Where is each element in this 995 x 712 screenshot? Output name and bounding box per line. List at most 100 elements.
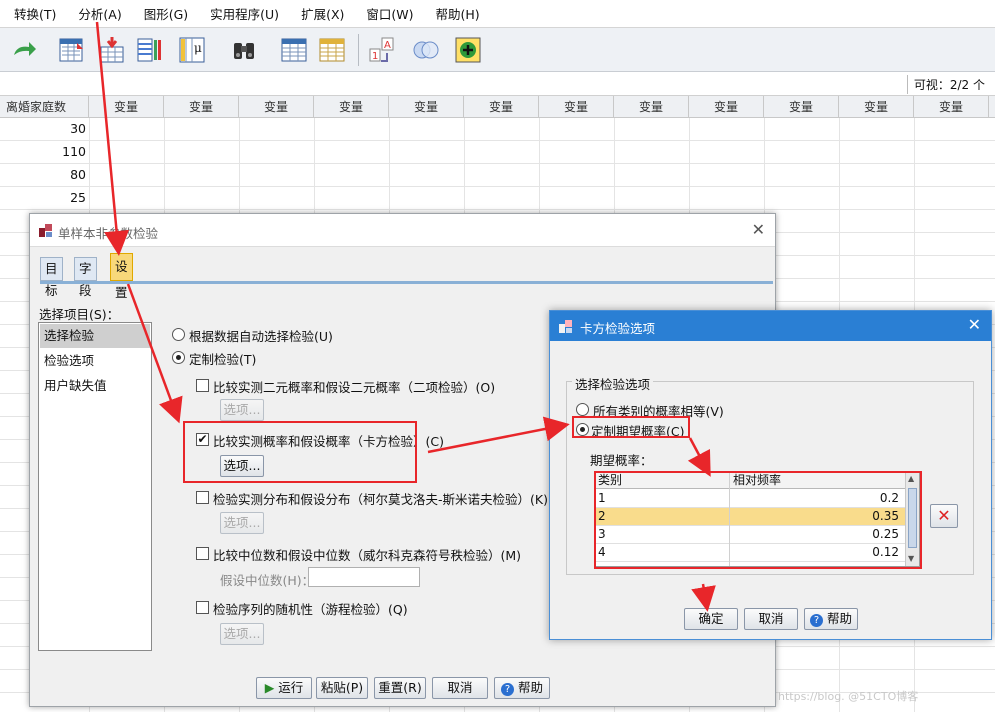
run-button-label: 运行 [278,680,304,695]
chi-dialog-title: 卡方检验选项 [580,321,656,336]
ok-button[interactable]: 确定 [684,608,738,630]
menu-window[interactable]: 窗口(W) [366,4,413,23]
menu-graphs[interactable]: 图形(G) [144,4,188,23]
radio-auto-select-label: 根据数据自动选择检验(U) [189,329,333,344]
tab-objective[interactable]: 目标 [40,257,63,298]
chi-cancel-button[interactable]: 取消 [744,608,798,630]
delete-icon: ✕ [937,506,951,525]
highlight-box-chisquare [183,421,417,483]
menu-analyze[interactable]: 分析(A) [78,4,121,23]
column-header-var[interactable]: 变量 [239,96,314,118]
chi-dialog-titlebar[interactable]: 卡方检验选项 ✕ [550,311,991,341]
grid-header: 离婚家庭数 变量 变量 变量 变量 变量 变量 变量 变量 变量 变量 变量 变… [0,96,995,118]
find-icon[interactable] [228,34,260,66]
ks-options-button[interactable]: 选项... [220,512,264,534]
menu-help[interactable]: 帮助(H) [436,4,480,23]
svg-text:μ: μ [194,41,202,55]
goto-case-icon[interactable] [56,34,88,66]
test-options-group-title: 选择检验选项 [572,374,654,393]
binomial-options-button[interactable]: 选项... [220,399,264,421]
checkbox-binomial-label: 比较实测二元概率和假设二元概率（二项检验）(O) [213,380,496,395]
close-icon[interactable]: ✕ [752,220,765,239]
cell-value[interactable]: 25 [0,190,86,205]
dialog-titlebar[interactable]: 单样本非参数检验 ✕ [30,214,775,247]
checkbox-runs[interactable] [196,601,209,614]
highlight-box-table [594,471,922,569]
tab-settings[interactable]: 设置 [110,253,133,300]
cell-value[interactable]: 80 [0,167,86,182]
spss-window: 转换(T) 分析(A) 图形(G) 实用程序(U) 扩展(X) 窗口(W) 帮助… [0,0,995,712]
dialog-title: 单样本非参数检验 [58,226,159,241]
select-item-choose-test[interactable]: 选择检验 [40,324,150,348]
tab-fields[interactable]: 字段 [74,257,97,298]
checkbox-binomial[interactable] [196,379,209,392]
delete-row-button[interactable]: ✕ [930,504,958,528]
radio-custom-tests[interactable] [172,351,185,364]
column-header-var[interactable]: 变量 [164,96,239,118]
help-icon: ? [810,614,823,627]
select-items-label: 选择项目(S)： [39,307,120,322]
select-cases-icon[interactable] [316,34,348,66]
expected-probabilities-label: 期望概率： [590,453,653,468]
help-button[interactable]: ? 帮助 [494,677,550,699]
column-header-var[interactable]: 变量 [389,96,464,118]
chi-help-button-label: 帮助 [826,611,852,626]
svg-text:A: A [384,40,391,51]
weight-cases-icon[interactable]: μ [176,34,208,66]
use-sets-icon[interactable] [410,34,442,66]
column-header-var[interactable]: 变量 [764,96,839,118]
column-header-var[interactable]: 变量 [614,96,689,118]
checkbox-ks-label: 检验实测分布和假设分布（柯尔莫戈洛夫-斯米诺夫检验）(K) [213,492,548,507]
help-icon: ? [501,683,514,696]
select-item-test-options[interactable]: 检验选项 [40,349,150,373]
column-header-var[interactable]: 变量 [689,96,764,118]
cell-value[interactable]: 110 [0,144,86,159]
app-icon [39,224,52,237]
column-header-var[interactable]: 变量 [539,96,614,118]
menu-utilities[interactable]: 实用程序(U) [210,4,279,23]
column-header-var[interactable]: 变量 [839,96,914,118]
value-labels-icon[interactable] [278,34,310,66]
chi-help-button[interactable]: ? 帮助 [804,608,858,630]
svg-text:1: 1 [372,51,378,62]
insert-cases-icon[interactable] [96,34,128,66]
redo-icon[interactable] [8,34,40,66]
runs-options-button[interactable]: 选项... [220,623,264,645]
menu-extensions[interactable]: 扩展(X) [301,4,344,23]
column-header-var[interactable]: 变量 [464,96,539,118]
hypothesized-median-label: 假设中位数(H)： [220,573,315,588]
toolbar: μ 1A [0,28,995,72]
close-icon[interactable]: ✕ [968,315,981,334]
checkbox-wilcoxon-label: 比较中位数和假设中位数（威尔科克森符号秩检验）(M) [213,548,522,563]
column-header-var[interactable]: 变量 [314,96,389,118]
radio-equal-probability[interactable] [576,403,589,416]
cancel-button[interactable]: 取消 [432,677,488,699]
column-header-var[interactable]: 变量 [914,96,989,118]
run-button[interactable]: ▶ 运行 [256,677,312,699]
paste-button[interactable]: 粘贴(P) [316,677,368,699]
checkbox-wilcoxon[interactable] [196,547,209,560]
column-header-var[interactable]: 变量 [89,96,164,118]
radio-custom-tests-label: 定制检验(T) [189,352,257,367]
watermark: https://blog. @51CTO博客 [778,690,919,703]
highlight-box-custom [572,416,690,438]
select-item-missing-values[interactable]: 用户缺失值 [40,374,150,398]
hypothesized-median-input[interactable] [308,567,420,587]
checkbox-ks[interactable] [196,491,209,504]
play-icon: ▶ [264,680,275,695]
select-items-list[interactable]: 选择检验 检验选项 用户缺失值 [38,322,152,651]
radio-auto-select[interactable] [172,328,185,341]
cell-value[interactable]: 30 [0,121,86,136]
reset-button[interactable]: 重置(R) [374,677,426,699]
help-button-label: 帮助 [517,680,543,695]
menu-transform[interactable]: 转换(T) [14,4,56,23]
visible-bar: 可视：2/2 个 [0,72,995,96]
chisquare-options-dialog: 卡方检验选项 ✕ 选择检验选项 所有类别的概率相等(V) 定制期望概率(C) 期… [549,310,992,640]
insert-variable-icon[interactable]: 1A [366,34,398,66]
add-icon[interactable] [452,34,484,66]
menubar: 转换(T) 分析(A) 图形(G) 实用程序(U) 扩展(X) 窗口(W) 帮助… [0,0,995,28]
app-icon [559,320,572,333]
split-file-icon[interactable] [134,34,166,66]
checkbox-runs-label: 检验序列的随机性（游程检验）(Q) [213,602,408,617]
column-header-divorce[interactable]: 离婚家庭数 [0,96,89,118]
